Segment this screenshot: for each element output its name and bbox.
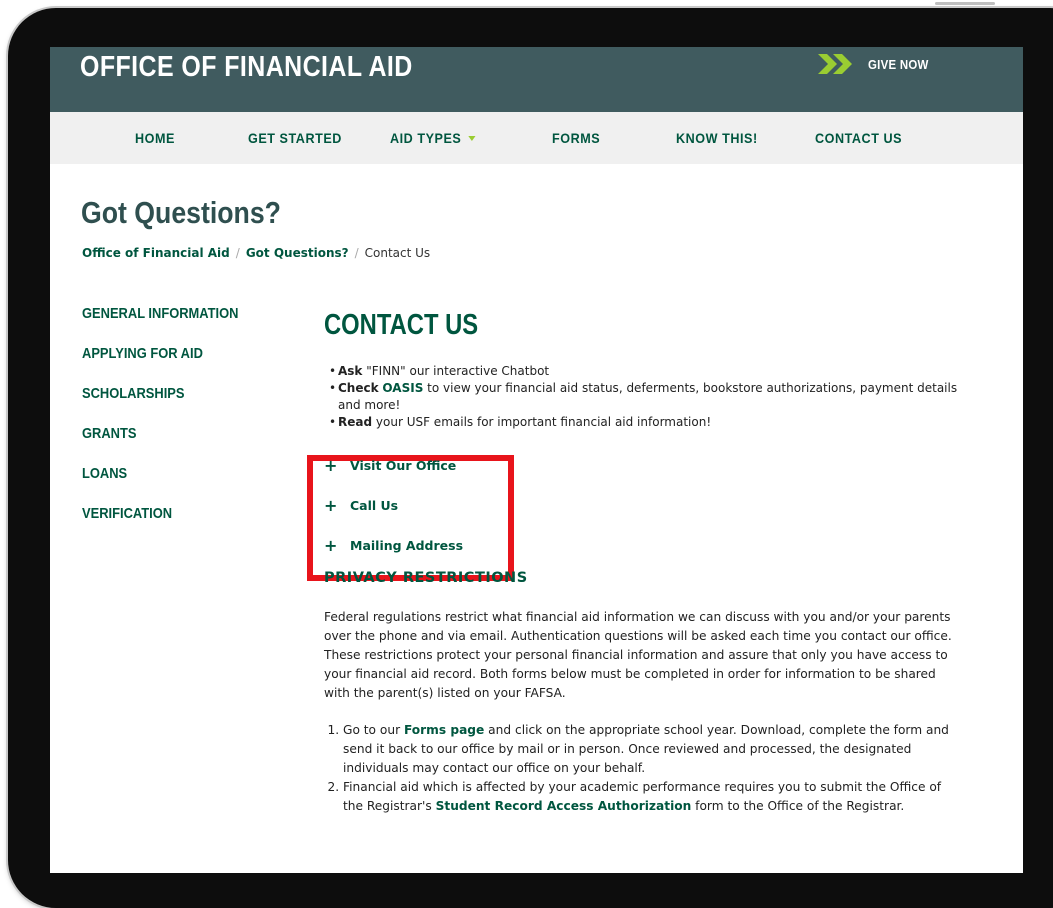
breadcrumb-office[interactable]: Office of Financial Aid <box>82 246 230 260</box>
nav-get-started[interactable]: GET STARTED <box>248 112 342 164</box>
sidebar-item-grants[interactable]: GRANTS <box>82 425 238 465</box>
breadcrumb-separator: / <box>235 246 240 260</box>
bullet-text: to view your financial aid status, defer… <box>338 381 958 412</box>
give-now-label: GIVE NOW <box>868 56 929 72</box>
list-item: Read your USF emails for important finan… <box>324 414 964 431</box>
bullet-bold: Check <box>338 381 379 395</box>
breadcrumb-separator: / <box>354 246 359 260</box>
nav-know-this[interactable]: KNOW THIS! <box>676 112 758 164</box>
bullet-text: "FINN" our interactive Chatbot <box>362 364 550 378</box>
sidebar-item-scholarships[interactable]: SCHOLARSHIPS <box>82 385 238 425</box>
page-title: Got Questions? <box>81 195 281 230</box>
site-title[interactable]: OFFICE OF FINANCIAL AID <box>80 49 413 85</box>
device-edge-highlight <box>935 2 995 5</box>
sidebar-item-general-information[interactable]: GENERAL INFORMATION <box>82 305 238 345</box>
step-text: form to the Office of the Registrar. <box>691 799 905 813</box>
accordion-mailing-address[interactable]: + Mailing Address <box>324 525 964 565</box>
breadcrumb: Office of Financial Aid / Got Questions? / C… <box>82 246 430 260</box>
browser-viewport: OFFICE OF FINANCIAL AID GIVE NOW HOME GE… <box>50 47 1023 873</box>
breadcrumb-current: Contact Us <box>364 246 431 260</box>
nav-aid-types-label: AID TYPES <box>390 130 462 146</box>
sidebar-item-verification[interactable]: VERIFICATION <box>82 505 238 545</box>
bullet-text: your USF emails for important financial … <box>372 415 712 429</box>
caret-down-icon <box>468 135 476 141</box>
student-record-access-link[interactable]: Student Record Access Authorization <box>436 799 692 813</box>
give-now-link[interactable]: GIVE NOW <box>818 53 937 75</box>
plus-icon: + <box>324 495 338 515</box>
contact-heading: CONTACT US <box>324 309 479 341</box>
accordion-visit-our-office[interactable]: + Visit Our Office <box>324 445 964 485</box>
site-header: OFFICE OF FINANCIAL AID GIVE NOW <box>50 47 1023 112</box>
nav-contact-us[interactable]: CONTACT US <box>815 112 902 164</box>
contact-accordion: + Visit Our Office + Call Us + Mailing A… <box>324 445 964 565</box>
breadcrumb-got-questions[interactable]: Got Questions? <box>246 246 349 260</box>
step-text: Go to our <box>343 723 404 737</box>
sidebar-item-applying-for-aid[interactable]: APPLYING FOR AID <box>82 345 238 385</box>
list-item: Financial aid which is affected by your … <box>343 778 964 816</box>
bullet-bold: Ask <box>338 364 363 378</box>
main-nav: HOME GET STARTED AID TYPES FORMS KNOW TH… <box>50 112 1023 164</box>
plus-icon: + <box>324 535 338 555</box>
nav-home[interactable]: HOME <box>135 112 175 164</box>
bullet-bold: Read <box>338 415 373 429</box>
double-chevron-icon <box>818 54 852 74</box>
oasis-link[interactable]: OASIS <box>382 381 423 395</box>
privacy-steps: Go to our Forms page and click on the ap… <box>324 721 964 816</box>
list-item: Check OASIS to view your financial aid s… <box>324 380 964 414</box>
privacy-heading: PRIVACY RESTRICTIONS <box>324 570 528 586</box>
accordion-label: Call Us <box>350 497 399 513</box>
accordion-call-us[interactable]: + Call Us <box>324 485 964 525</box>
contact-bullets: Ask "FINN" our interactive Chatbot Check… <box>324 363 964 431</box>
sidebar-item-loans[interactable]: LOANS <box>82 465 238 505</box>
privacy-text: Federal regulations restrict what financ… <box>324 610 952 700</box>
accordion-label: Visit Our Office <box>350 457 457 473</box>
nav-aid-types[interactable]: AID TYPES <box>390 112 476 164</box>
list-item: Go to our Forms page and click on the ap… <box>343 721 964 778</box>
plus-icon: + <box>324 455 338 475</box>
list-item: Ask "FINN" our interactive Chatbot <box>324 363 964 380</box>
sidebar-nav: GENERAL INFORMATION APPLYING FOR AID SCH… <box>82 305 264 545</box>
main-content: CONTACT US Ask "FINN" our interactive Ch… <box>324 309 964 816</box>
accordion-label: Mailing Address <box>350 537 464 553</box>
forms-page-link[interactable]: Forms page <box>404 723 484 737</box>
nav-forms[interactable]: FORMS <box>552 112 600 164</box>
